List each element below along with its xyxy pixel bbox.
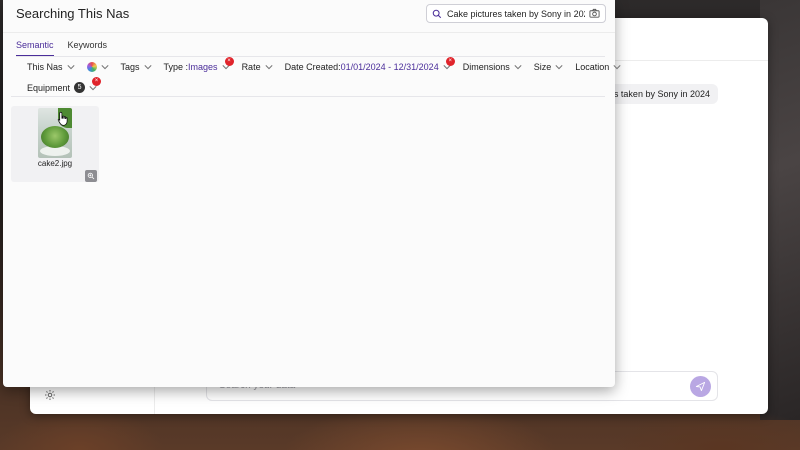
tabs-divider: [16, 56, 605, 57]
search-dialog: Searching This Nas Cake pictures taken b…: [3, 0, 621, 387]
chevron-down-icon: [143, 65, 152, 70]
filter-rate-label: Rate: [241, 62, 261, 72]
camera-icon[interactable]: [589, 8, 600, 19]
filters-divider: [11, 96, 605, 97]
title-divider: [3, 32, 615, 33]
hand-cursor-icon: [57, 111, 68, 126]
filter-date-value: 01/01/2024 - 12/31/2024: [340, 62, 439, 72]
filter-size-label: Size: [533, 62, 552, 72]
filter-source-label: This Nas: [27, 62, 63, 72]
filter-location[interactable]: Location: [575, 62, 621, 72]
gear-icon[interactable]: [44, 389, 56, 401]
filter-dimensions[interactable]: Dimensions: [463, 62, 522, 72]
filter-source[interactable]: This Nas: [27, 62, 75, 72]
send-button[interactable]: [690, 376, 711, 397]
filter-date-created[interactable]: Date Created: 01/01/2024 - 12/31/2024 ×: [284, 57, 455, 72]
tab-keywords[interactable]: Keywords: [68, 40, 108, 57]
result-item[interactable]: cake2.jpg: [11, 106, 99, 182]
filter-rate[interactable]: Rate: [242, 62, 273, 72]
search-icon: [432, 9, 442, 18]
filter-size[interactable]: Size: [534, 62, 564, 72]
filter-color[interactable]: [86, 62, 109, 72]
filter-dimensions-label: Dimensions: [462, 62, 510, 72]
filter-type-value: Images: [188, 62, 218, 72]
filter-location-label: Location: [575, 62, 610, 72]
chevron-down-icon: [555, 65, 563, 70]
filter-date-label: Date Created:: [284, 62, 341, 72]
clear-type-filter-icon[interactable]: ×: [224, 57, 234, 66]
filter-bar-row2: Equipment 5 ×: [27, 77, 109, 93]
tab-semantic[interactable]: Semantic: [16, 40, 54, 57]
search-input[interactable]: Cake pictures taken by Sony in 2024: [426, 4, 606, 23]
equipment-count-badge: 5: [74, 82, 86, 93]
result-file-name: cake2.jpg: [37, 159, 73, 168]
thumbnail-cake: [41, 126, 69, 148]
filter-bar: This Nas Tags Type : Images × Rate Date …: [27, 57, 633, 72]
clear-equipment-filter-icon[interactable]: ×: [92, 77, 102, 86]
filter-type[interactable]: Type : Images ×: [163, 57, 234, 72]
search-tabs: Semantic Keywords: [16, 40, 107, 57]
dialog-title: Searching This Nas: [16, 6, 130, 21]
color-wheel-icon: [86, 62, 97, 72]
search-query: Cake pictures taken by Sony in 2024: [447, 8, 585, 19]
chevron-down-icon: [514, 65, 522, 70]
filter-equipment-label: Equipment: [27, 82, 71, 93]
zoom-in-icon: [87, 172, 95, 180]
chevron-down-icon: [66, 65, 75, 70]
chevron-down-icon: [613, 65, 621, 70]
clear-date-filter-icon[interactable]: ×: [445, 57, 455, 66]
chevron-down-icon: [100, 65, 109, 70]
send-icon: [695, 381, 706, 392]
filter-equipment[interactable]: Equipment 5 ×: [27, 77, 102, 93]
chevron-down-icon: [265, 65, 273, 70]
filter-type-label: Type :: [163, 62, 189, 72]
zoom-in-button[interactable]: [85, 170, 97, 182]
filter-tags-label: Tags: [120, 62, 140, 72]
filter-tags[interactable]: Tags: [121, 62, 152, 72]
